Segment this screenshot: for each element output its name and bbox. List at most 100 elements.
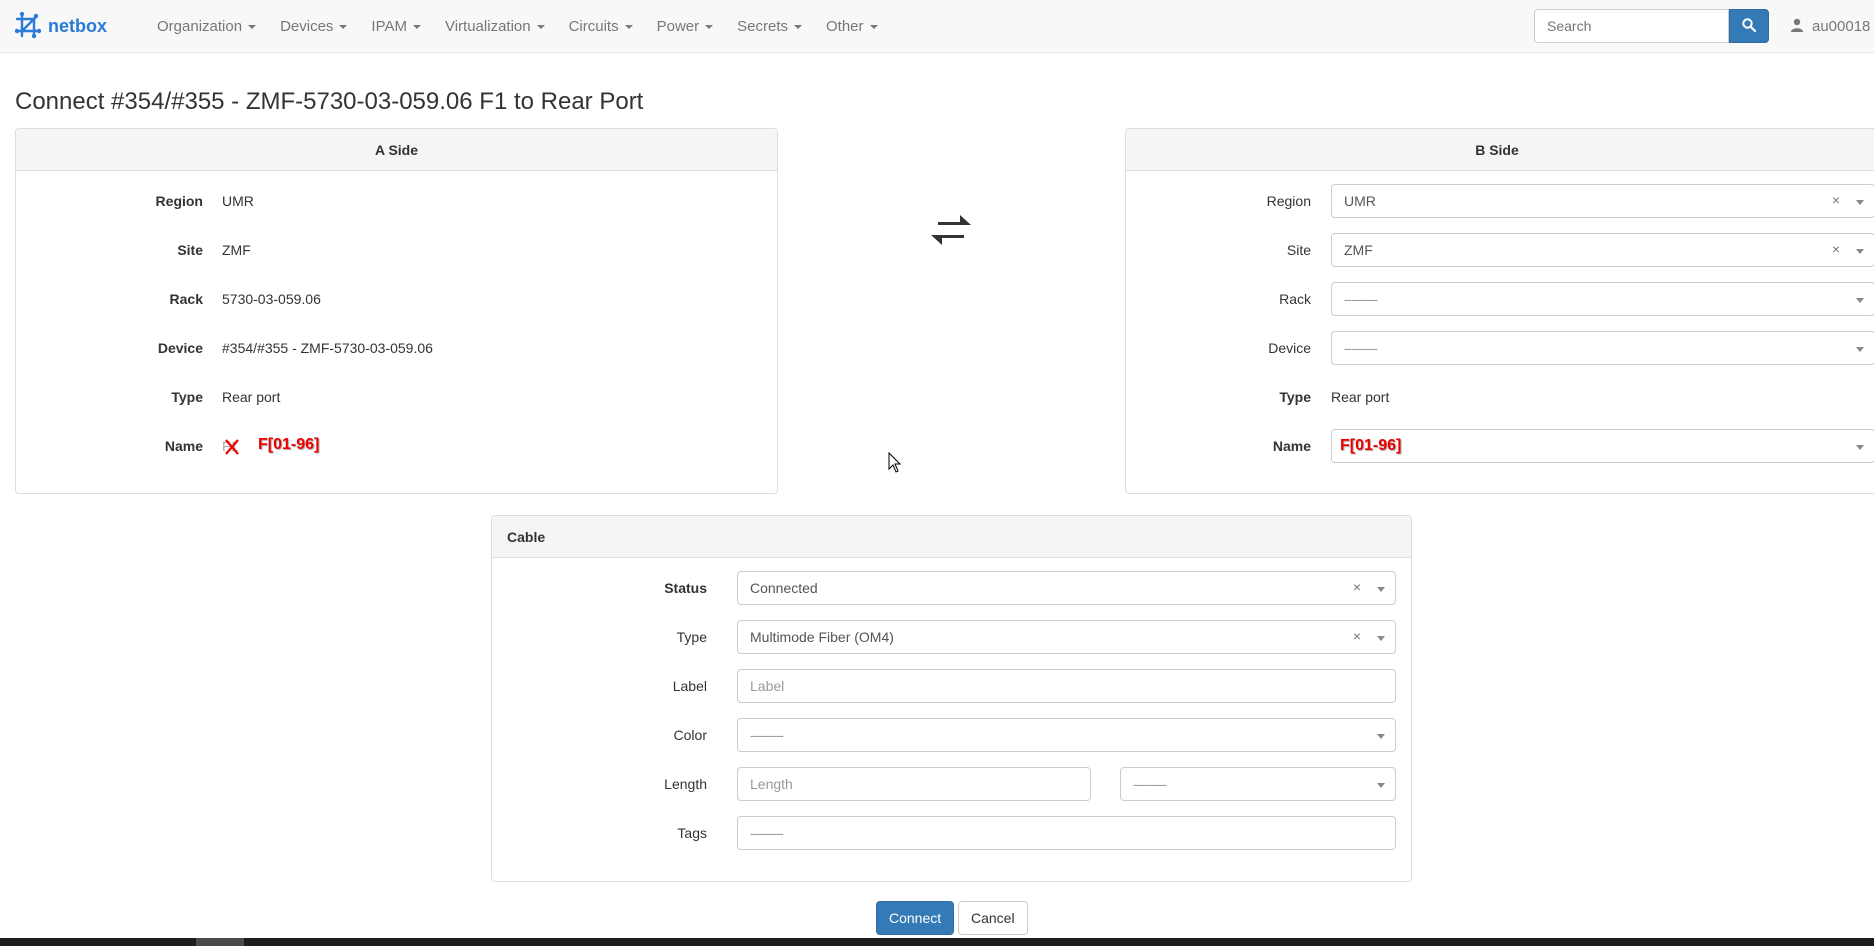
menu-circuits[interactable]: Circuits — [557, 0, 645, 53]
dropdown-arrow-icon — [1856, 249, 1864, 254]
menu-label: Organization — [157, 18, 243, 35]
cable-label-input[interactable] — [737, 669, 1396, 703]
clear-icon[interactable]: × — [1353, 579, 1361, 595]
b-device-select[interactable]: --------- — [1331, 331, 1874, 365]
a-site-row: Site ZMF — [16, 232, 777, 268]
clear-icon[interactable]: × — [1353, 628, 1361, 644]
taskbar — [0, 938, 1874, 946]
b-rack-select[interactable]: --------- — [1331, 282, 1874, 316]
menu-label: IPAM — [371, 18, 407, 35]
menu-organization[interactable]: Organization — [145, 0, 268, 53]
b-region-selected: UMR — [1344, 193, 1376, 209]
cable-color-select[interactable]: --------- — [737, 718, 1396, 752]
main-menu: Organization Devices IPAM Virtualization… — [145, 0, 890, 53]
b-side-heading-text: B Side — [1475, 141, 1519, 158]
dropdown-arrow-icon — [1377, 636, 1385, 641]
swap-arrows-icon — [930, 210, 972, 251]
menu-secrets[interactable]: Secrets — [725, 0, 814, 53]
caret-down-icon — [869, 24, 878, 29]
b-type-row: Type Rear port — [1126, 379, 1874, 415]
b-name-row: Name F[01-96] — [1126, 428, 1874, 464]
dropdown-arrow-icon — [1856, 298, 1864, 303]
cable-length-unit-select[interactable]: --------- — [1120, 767, 1396, 801]
cable-length-label: Length — [664, 776, 707, 792]
b-name-select[interactable]: F[01-96] — [1331, 429, 1874, 463]
cable-type-row: Type Multimode Fiber (OM4) × — [492, 619, 1411, 655]
menu-devices[interactable]: Devices — [268, 0, 359, 53]
cable-status-select[interactable]: Connected × — [737, 571, 1396, 605]
b-region-select[interactable]: UMR × — [1331, 184, 1874, 218]
b-side-heading: B Side — [1126, 129, 1874, 171]
navbar: netbox Organization Devices IPAM Virtual… — [0, 0, 1874, 53]
page-title: Connect #354/#355 - ZMF-5730-03-059.06 F… — [15, 88, 644, 115]
menu-power[interactable]: Power — [645, 0, 726, 53]
cable-status-row: Status Connected × — [492, 570, 1411, 606]
menu-label: Virtualization — [444, 18, 531, 35]
search-input[interactable] — [1534, 9, 1729, 43]
caret-down-icon — [705, 24, 714, 29]
connect-button[interactable]: Connect — [876, 901, 955, 935]
brand[interactable]: netbox — [14, 11, 108, 40]
a-region-row: Region UMR — [16, 183, 777, 219]
menu-other[interactable]: Other — [814, 0, 890, 53]
search-button[interactable] — [1729, 9, 1769, 43]
a-device-value: #354/#355 - ZMF-5730-03-059.06 — [222, 340, 433, 356]
cable-color-placeholder: --------- — [750, 727, 784, 743]
cancel-button[interactable]: Cancel — [958, 901, 1028, 935]
cable-tags-placeholder: --------- — [750, 825, 784, 841]
b-rack-label: Rack — [1279, 291, 1311, 307]
caret-down-icon — [412, 24, 421, 29]
search-icon — [1742, 17, 1757, 35]
clear-icon[interactable]: × — [1832, 192, 1840, 208]
b-site-row: Site ZMF × — [1126, 232, 1874, 268]
a-rack-label: Rack — [169, 291, 203, 307]
b-site-select[interactable]: ZMF × — [1331, 233, 1874, 267]
cable-label-label: Label — [672, 678, 707, 694]
brand-name: netbox — [48, 15, 108, 36]
caret-down-icon — [624, 24, 633, 29]
dropdown-arrow-icon — [1377, 734, 1385, 739]
menu-ipam[interactable]: IPAM — [359, 0, 433, 53]
caret-down-icon — [536, 24, 545, 29]
cable-color-row: Color --------- — [492, 717, 1411, 753]
red-x-mark-icon — [224, 438, 240, 459]
a-name-label: Name — [164, 438, 203, 454]
b-site-selected: ZMF — [1344, 242, 1373, 258]
b-type-label: Type — [1279, 389, 1311, 405]
menu-label: Other — [826, 18, 864, 35]
b-side-panel: B Side Region UMR × Site ZMF × Rack ----… — [1125, 128, 1874, 494]
a-site-label: Site — [177, 242, 203, 258]
a-device-label: Device — [157, 340, 203, 356]
menu-label: Circuits — [568, 18, 619, 35]
cable-length-unit-placeholder: --------- — [1133, 776, 1167, 792]
user-icon — [1790, 18, 1812, 36]
cable-tags-select[interactable]: --------- — [737, 816, 1396, 850]
b-type-value: Rear port — [1331, 389, 1390, 405]
user-menu[interactable]: au00018 — [1790, 0, 1870, 53]
cable-length-input[interactable] — [737, 767, 1091, 801]
cable-color-label: Color — [673, 727, 707, 743]
cable-type-select[interactable]: Multimode Fiber (OM4) × — [737, 620, 1396, 654]
menu-label: Power — [656, 18, 700, 35]
caret-down-icon — [248, 24, 257, 29]
a-region-value: UMR — [222, 193, 254, 209]
taskbar-item[interactable] — [196, 938, 244, 946]
b-region-row: Region UMR × — [1126, 183, 1874, 219]
mouse-cursor-icon — [888, 451, 902, 477]
b-name-selected: F[01-96] — [1340, 437, 1402, 454]
b-rack-row: Rack --------- — [1126, 281, 1874, 317]
dropdown-arrow-icon — [1377, 587, 1385, 592]
clear-icon[interactable]: × — [1832, 241, 1840, 257]
search-form — [1534, 9, 1769, 43]
b-device-label: Device — [1268, 340, 1311, 356]
b-region-label: Region — [1266, 193, 1311, 209]
caret-down-icon — [339, 24, 348, 29]
dropdown-arrow-icon — [1856, 445, 1864, 450]
a-name-annotation: F[01-96] — [258, 436, 320, 453]
a-region-label: Region — [155, 193, 203, 209]
a-site-value: ZMF — [222, 242, 251, 258]
menu-virtualization[interactable]: Virtualization — [433, 0, 557, 53]
a-side-panel: A Side Region UMR Site ZMF Rack 5730-03-… — [15, 128, 778, 494]
cable-tags-row: Tags --------- — [492, 815, 1411, 851]
cable-tags-label: Tags — [677, 825, 707, 841]
